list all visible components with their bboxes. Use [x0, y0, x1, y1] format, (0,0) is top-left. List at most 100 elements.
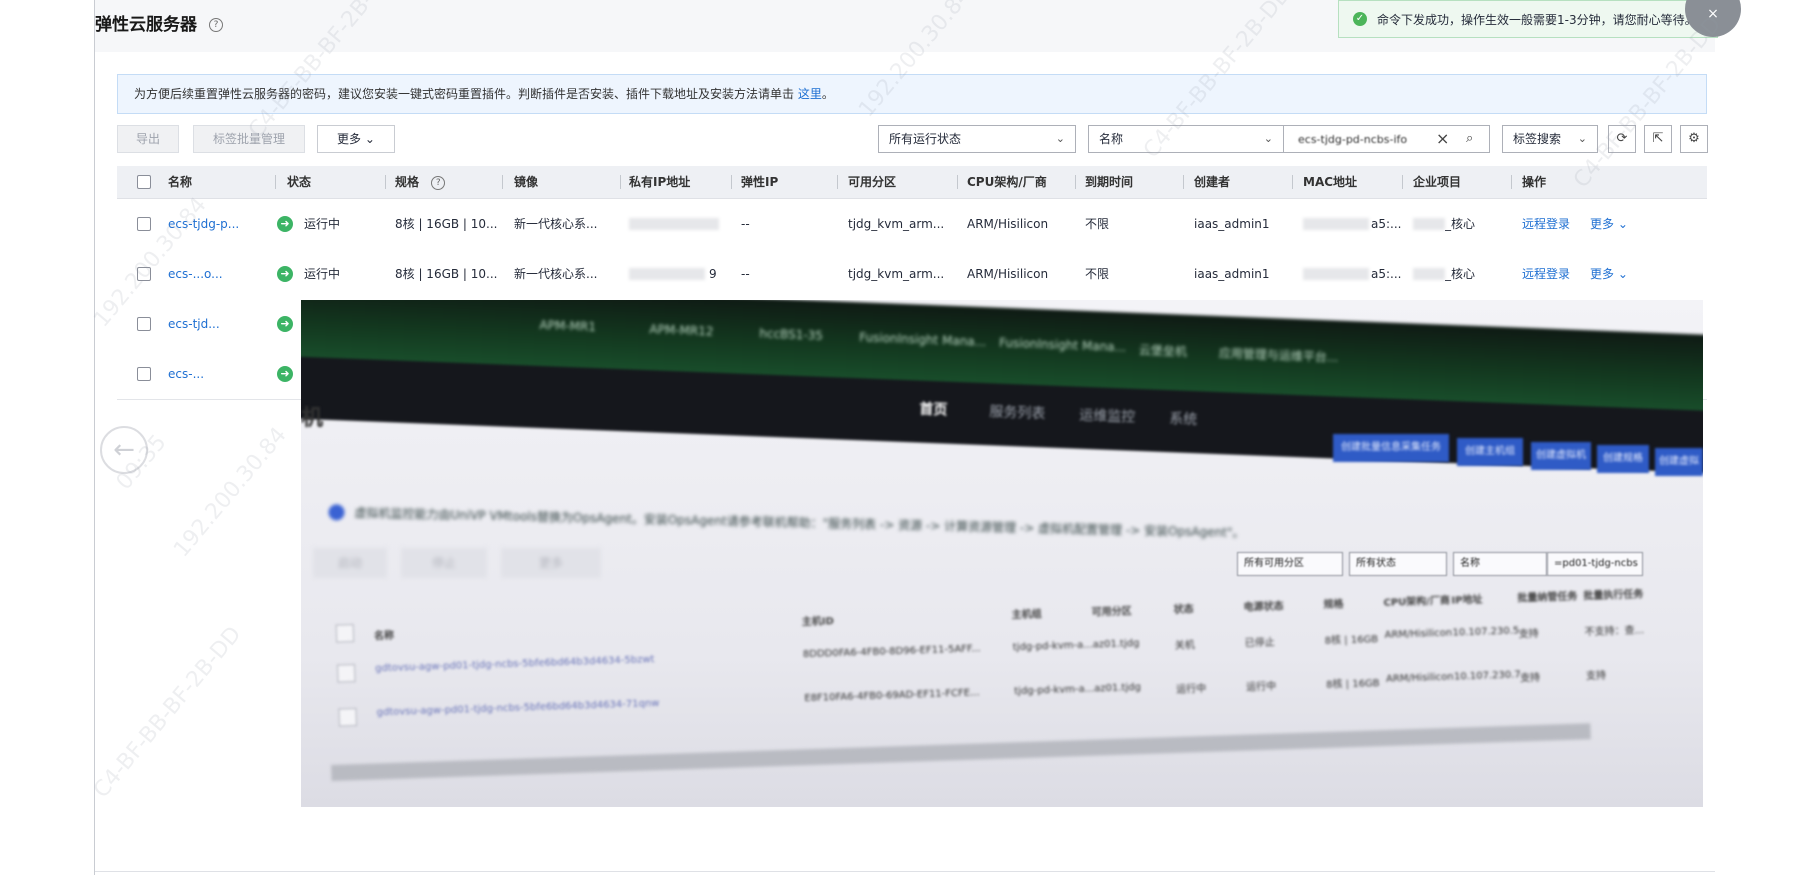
creator-text: iaas_admin1 — [1194, 267, 1270, 281]
watermark: C4-BF-BB-BF-2B-DD — [88, 621, 247, 804]
page-title: 弹性云服务器? — [95, 10, 223, 35]
chevron-down-icon: ⌄ — [1617, 267, 1628, 281]
private-ip-redacted — [629, 218, 719, 230]
photo-button: 创建虚拟 — [1655, 448, 1703, 476]
eip-text: -- — [741, 267, 750, 281]
row-more-menu[interactable]: 更多 ⌄ — [1590, 199, 1628, 249]
instance-name-link[interactable]: ecs-tjdg-p... — [168, 199, 268, 249]
back-arrow-icon[interactable]: ← — [100, 426, 148, 474]
row-checkbox[interactable] — [137, 217, 151, 231]
search-field-select[interactable]: 名称 ⌄ — [1088, 125, 1284, 153]
photo-button: 创建虚拟机 — [1531, 442, 1591, 470]
column-cpu[interactable]: CPU架构/厂商 — [967, 166, 1047, 198]
running-status-icon: ➜ — [277, 216, 293, 232]
column-creator[interactable]: 创建者 — [1194, 166, 1230, 198]
photo-table: 名称 主机ID 主机组 可用分区 状态 电源状态 规格 CPU架构/厂商 IP地… — [322, 582, 1703, 727]
chevron-down-icon: ⌄ — [1263, 132, 1273, 145]
tag-search-select[interactable]: 标签搜索 ⌄ — [1502, 125, 1598, 153]
az-text: tjdg_kvm_arm... — [848, 217, 945, 231]
search-input[interactable]: ecs-tjdg-pd-ncbs-ifo × ⌕ — [1284, 125, 1490, 153]
creator-text: iaas_admin1 — [1194, 217, 1270, 231]
image-text: 新一代核心系... — [514, 217, 598, 231]
clear-icon[interactable]: × — [1436, 126, 1449, 152]
column-eip[interactable]: 弹性IP — [741, 166, 778, 198]
success-toast: ✓ 命令下发成功，操作生效一般需要1-3分钟，请您耐心等待。 × — [1338, 0, 1741, 38]
page-bottom-border — [95, 871, 1715, 872]
search-icon[interactable]: ⌕ — [1466, 126, 1473, 152]
tag-batch-button[interactable]: 标签批量管理 — [193, 125, 305, 153]
chevron-down-icon: ⌄ — [1577, 132, 1587, 145]
check-circle-icon: ✓ — [1353, 12, 1367, 26]
column-az[interactable]: 可用分区 — [848, 166, 896, 198]
row-checkbox[interactable] — [137, 317, 151, 331]
running-status-icon: ➜ — [277, 316, 293, 332]
column-project[interactable]: 企业项目 — [1413, 166, 1461, 198]
mac-text: a5:... — [1371, 217, 1402, 231]
toast-message: 命令下发成功，操作生效一般需要1-3分钟，请您耐心等待。 — [1377, 12, 1697, 27]
settings-gear-icon[interactable]: ⚙ — [1680, 125, 1708, 153]
project-redacted — [1413, 218, 1445, 230]
column-status[interactable]: 状态 — [287, 166, 311, 198]
column-name[interactable]: 名称 — [168, 166, 192, 198]
info-text: 为方便后续重置弹性云服务器的密码，建议您安装一键式密码重置插件。判断插件是否安装… — [134, 87, 795, 101]
image-text: 新一代核心系... — [514, 267, 598, 281]
export-button[interactable]: 导出 — [117, 125, 179, 153]
eip-text: -- — [741, 217, 750, 231]
photo-filter: 名称 — [1453, 552, 1547, 576]
running-status-icon: ➜ — [277, 266, 293, 282]
photo-filter: 所有状态 — [1349, 552, 1447, 576]
page-left-border — [94, 0, 95, 875]
chevron-down-icon: ⌄ — [364, 132, 375, 146]
chevron-down-icon: ⌄ — [1617, 217, 1628, 231]
table-row: ecs-...o... ➜ 运行中 8核 | 16GB | 10... 新一代核… — [117, 249, 1707, 300]
photo-filter: 所有可用分区 — [1237, 552, 1343, 576]
remote-login-link[interactable]: 远程登录 — [1522, 249, 1570, 299]
info-banner: 为方便后续重置弹性云服务器的密码，建议您安装一键式密码重置插件。判断插件是否安装… — [117, 74, 1707, 114]
info-link[interactable]: 这里 — [798, 87, 822, 101]
watermark: 192.200.30.84 — [169, 422, 292, 563]
instance-name-link[interactable]: ecs-...o... — [168, 249, 268, 299]
export-list-icon[interactable]: ⇱ — [1644, 125, 1672, 153]
photo-filter-value: =pd01-tjdg-ncbs — [1547, 552, 1643, 576]
spec-text: 8核 | 16GB | 10... — [395, 217, 498, 231]
row-checkbox[interactable] — [137, 367, 151, 381]
photo-scrollbar — [331, 723, 1591, 781]
select-all-checkbox[interactable] — [137, 175, 151, 189]
status-text: 运行中 — [304, 267, 341, 281]
spec-text: 8核 | 16GB | 10... — [395, 267, 498, 281]
project-redacted — [1413, 268, 1445, 280]
column-mac[interactable]: MAC地址 — [1303, 166, 1357, 198]
close-icon[interactable]: × — [1685, 0, 1741, 37]
photo-grey-button: 更多 — [501, 548, 601, 578]
photo-page-title: 机 — [301, 406, 324, 431]
help-icon[interactable]: ? — [209, 18, 223, 32]
refresh-icon[interactable]: ⟳ — [1608, 125, 1636, 153]
instance-name-link[interactable]: ecs-... — [168, 349, 268, 399]
overlay-photo: APM-MR1 APM-MR12 hccBS1-35 FusionInsight… — [301, 300, 1703, 807]
project-text: _核心 — [1445, 267, 1476, 281]
more-button[interactable]: 更多 ⌄ — [317, 125, 395, 153]
row-checkbox[interactable] — [137, 267, 151, 281]
mac-text: a5:... — [1371, 267, 1402, 281]
chevron-down-icon: ⌄ — [1055, 132, 1065, 145]
cpu-text: ARM/Hisilicon — [967, 217, 1049, 231]
status-text: 运行中 — [304, 217, 341, 231]
status-filter-select[interactable]: 所有运行状态 ⌄ — [878, 125, 1076, 153]
column-spec[interactable]: 规格 ? — [395, 166, 446, 198]
private-ip-redacted — [629, 268, 705, 280]
column-expire[interactable]: 到期时间 — [1085, 166, 1133, 198]
row-more-menu[interactable]: 更多 ⌄ — [1590, 249, 1628, 299]
cpu-text: ARM/Hisilicon — [967, 267, 1049, 281]
column-actions: 操作 — [1522, 175, 1547, 189]
remote-login-link[interactable]: 远程登录 — [1522, 199, 1570, 249]
info-icon — [328, 504, 345, 521]
instance-name-link[interactable]: ecs-tjd... — [168, 299, 268, 349]
column-image[interactable]: 镜像 — [514, 166, 538, 198]
column-private-ip[interactable]: 私有IP地址 — [629, 166, 690, 198]
mac-redacted — [1303, 268, 1369, 280]
table-row: ecs-tjdg-p... ➜ 运行中 8核 | 16GB | 10... 新一… — [117, 199, 1707, 250]
az-text: tjdg_kvm_arm... — [848, 267, 945, 281]
private-ip-text: 9 — [709, 267, 717, 281]
help-icon[interactable]: ? — [431, 175, 446, 190]
photo-grey-button: 启动 — [313, 548, 387, 578]
